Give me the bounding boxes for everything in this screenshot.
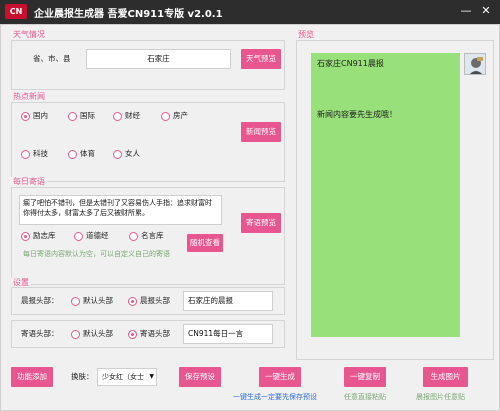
save-preset-button[interactable]: 保存预设: [179, 367, 221, 387]
app-logo-icon: CN: [5, 4, 27, 19]
preview-content-line: 新闻内容要先生成哦！: [317, 110, 397, 119]
generate-image-button[interactable]: 生成图片: [423, 367, 468, 387]
news-radio-realestate[interactable]: [161, 112, 170, 121]
quote-textarea[interactable]: 瘸了吧怕不错刊，但是太错刊了又容易伤人手指：追求财富时你得付太多，财富太多了后又…: [19, 195, 222, 225]
preview-group-title: 预览: [296, 30, 316, 40]
news-radio-women[interactable]: [113, 150, 122, 159]
news-label-women: 女人: [125, 149, 140, 158]
news-radio-sports[interactable]: [68, 150, 77, 159]
quote-label-famous: 名言库: [141, 231, 164, 240]
news-group: [11, 102, 285, 182]
generate-button[interactable]: 一键生成: [259, 367, 301, 387]
news-radio-finance[interactable]: [113, 112, 122, 121]
news-label-finance: 财经: [125, 111, 140, 120]
header-radio-default[interactable]: [71, 297, 80, 306]
header-input[interactable]: 石家庄的晨报: [183, 291, 273, 311]
quote-radio-taoteching[interactable]: [74, 232, 83, 241]
quote-header-label: 寄语头部：: [21, 329, 59, 338]
news-label-sports: 体育: [80, 149, 95, 158]
news-label-domestic: 国内: [33, 111, 48, 120]
skin-select[interactable]: 少女红（女士 ▼: [97, 368, 157, 386]
quote-label-motivation: 励志库: [33, 231, 56, 240]
news-label-tech: 科技: [33, 149, 48, 158]
chevron-down-icon: ▼: [149, 373, 154, 380]
random-view-button[interactable]: 随机查看: [187, 234, 223, 252]
avatar: [464, 53, 486, 75]
preview-header-line: 石家庄CN911晨报: [317, 59, 384, 68]
quote-hint: 每日寄语内容默认为空，可以自定义自己的寄语: [23, 250, 170, 258]
quote-header-radio-default[interactable]: [71, 330, 80, 339]
quote-preview-button[interactable]: 寄语预览: [241, 213, 281, 233]
quote-label-taoteching: 道德经: [86, 231, 109, 240]
generate-hint: 一键生成一定要先保存预设: [233, 393, 317, 401]
image-hint: 晨报图片任意贴: [416, 393, 465, 401]
quote-header-radio-custom[interactable]: [128, 330, 137, 339]
title-bar: CN 企业晨报生成器 吾爱CN911专版 v2.0.1 — ✕: [0, 0, 500, 24]
quote-radio-motivation[interactable]: [21, 232, 30, 241]
news-label-realestate: 房产: [173, 111, 188, 120]
header-label-default: 默认头部: [83, 296, 113, 305]
weather-preview-button[interactable]: 天气预览: [241, 49, 281, 69]
header-label-custom: 晨报头部: [140, 296, 170, 305]
region-label: 省、市、县: [33, 54, 71, 63]
quote-header-label-default: 默认头部: [83, 329, 113, 338]
client-area: 天气情况 省、市、县 石家庄 天气预览 热点新闻 国内 国际 财经 房产 科技 …: [0, 24, 500, 411]
header-radio-custom[interactable]: [128, 297, 137, 306]
copy-hint: 任意直接粘贴: [344, 393, 386, 401]
news-preview-button[interactable]: 新闻预览: [241, 122, 281, 142]
window-title: 企业晨报生成器 吾爱CN911专版 v2.0.1: [34, 9, 223, 20]
news-radio-domestic[interactable]: [21, 112, 30, 121]
news-radio-tech[interactable]: [21, 150, 30, 159]
news-label-international: 国际: [80, 111, 95, 120]
copy-button[interactable]: 一键复制: [344, 367, 386, 387]
news-radio-international[interactable]: [68, 112, 77, 121]
weather-group-title: 天气情况: [11, 30, 47, 40]
skin-label: 换肤：: [71, 372, 94, 381]
header-label: 晨报头部：: [21, 296, 59, 305]
region-input[interactable]: 石家庄: [86, 49, 231, 69]
skin-select-value: 少女红（女士: [102, 373, 144, 381]
quote-radio-famous[interactable]: [129, 232, 138, 241]
quote-header-label-custom: 寄语头部: [140, 329, 170, 338]
avatar-icon: [465, 54, 485, 74]
news-group-title: 热点新闻: [11, 92, 47, 102]
quote-group-title: 每日寄语: [11, 177, 47, 187]
add-feature-button[interactable]: 功能添加: [11, 367, 53, 387]
preview-bubble: 石家庄CN911晨报 新闻内容要先生成哦！: [311, 53, 460, 337]
quote-header-input[interactable]: CN911每日一言: [183, 324, 273, 344]
close-button[interactable]: ✕: [476, 1, 496, 21]
minimize-button[interactable]: —: [456, 1, 476, 21]
